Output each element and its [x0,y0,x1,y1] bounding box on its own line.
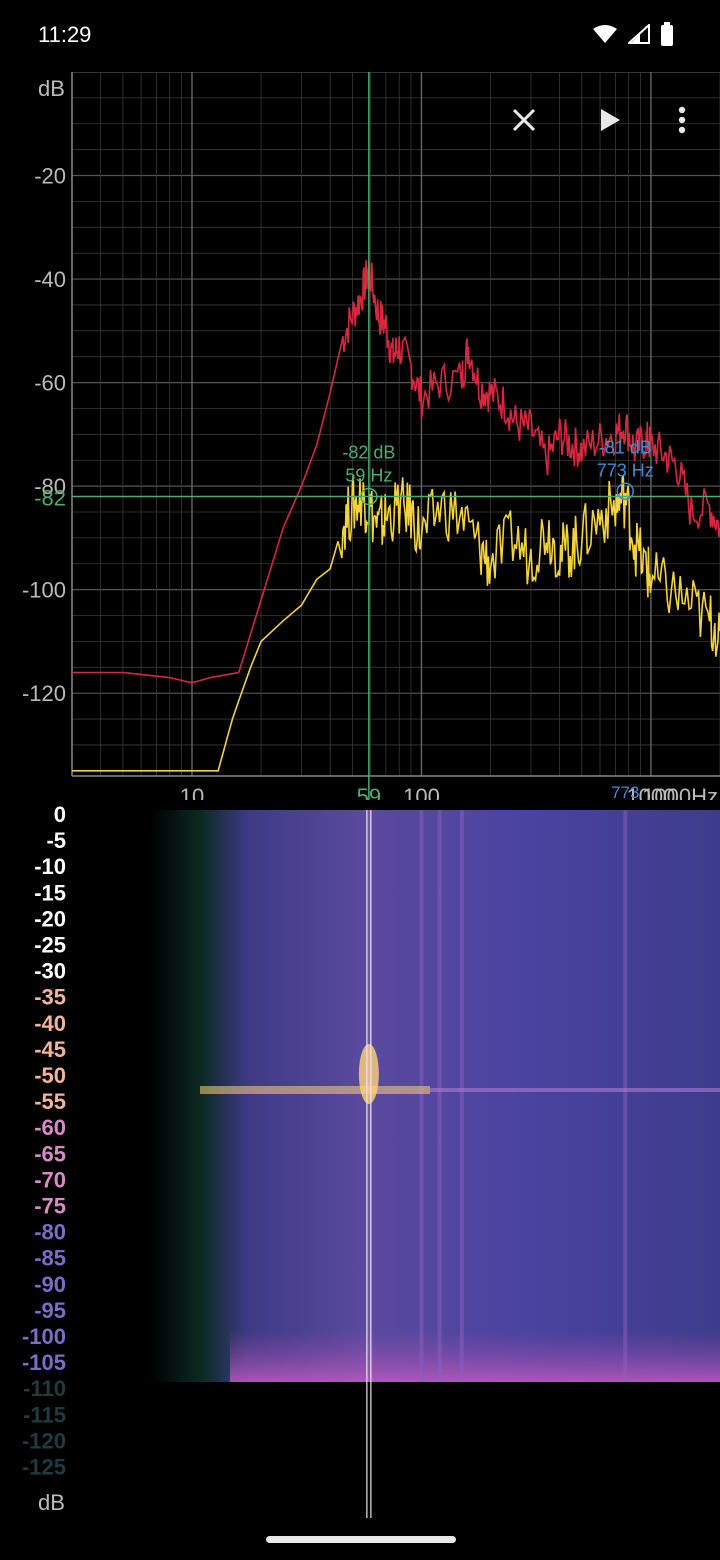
peak-marker[interactable]: -81 dB 773 Hz 773 [597,437,654,800]
spectrogram-y-tick-label: -85 [34,1246,66,1271]
more-vert-icon [678,106,686,134]
spectrogram-y-tick-label: -110 [23,1376,66,1401]
spectrogram-y-tick-label: -95 [34,1298,66,1323]
y-tick-label: -60 [34,371,66,396]
spectrogram-frequency-line [437,810,442,1382]
spectrum-series [72,260,720,772]
spectrogram-y-tick-label: -35 [34,985,66,1010]
wifi-icon [592,24,618,49]
cursor-crosshair[interactable]: -82 dB 59 Hz -82 59 [34,72,720,800]
cell-signal-icon [626,22,650,49]
spectrogram-y-unit-label: dB [38,1490,65,1515]
spectrogram-y-tick-label: -50 [34,1063,66,1088]
spectrogram-y-tick-label: -100 [22,1324,66,1349]
peak-hz-label: 773 Hz [597,460,654,480]
spectrogram-y-tick-label: 0 [54,802,66,827]
y-unit-label: dB [38,76,65,101]
spectrogram-y-tick-label: -120 [22,1428,66,1453]
cursor-db-label: -82 dB [342,442,395,462]
spectrogram-y-tick-label: -60 [34,1115,66,1140]
spectrum-trace-live [72,474,720,772]
y-tick-label: -100 [22,578,66,603]
spectrogram-y-tick-label: -45 [34,1037,66,1062]
y-tick-label: -20 [34,164,66,189]
spectrogram-y-tick-label: -40 [34,1011,66,1036]
home-indicator[interactable] [266,1536,456,1543]
more-options-button[interactable] [660,98,704,142]
x-tick-label: 10 [180,784,204,800]
spectrum-y-axis: dB -20-40-60-80-100-120 [22,76,66,706]
spectrogram-y-tick-label: -80 [34,1220,66,1245]
spectrogram-y-tick-label: -15 [34,880,66,905]
spectrogram[interactable]: dB 0-5-10-15-20-25-30-35-40-45-50-55-60-… [0,800,720,1520]
x-tick-label: 1000Hz [642,784,718,800]
y-tick-label: -120 [22,681,66,706]
play-button[interactable] [588,98,632,142]
close-icon [512,108,536,132]
status-time: 11:29 [38,22,92,47]
spectrogram-y-tick-label: -125 [22,1455,66,1480]
spectrogram-y-tick-label: -55 [34,1089,66,1114]
cursor-x-axis-label: 59 [357,784,381,800]
spectrum-grid [71,72,720,777]
x-tick-label: 100 [403,784,440,800]
peak-x-axis-label: 773 [611,783,639,800]
spectrogram-frequency-line [623,810,628,1382]
close-button[interactable] [502,98,546,142]
spectrogram-y-tick-label: -10 [34,854,66,879]
spectrogram-y-tick-label: -90 [34,1272,66,1297]
spectrogram-y-tick-label: -115 [23,1402,66,1427]
spectrogram-body [72,810,720,1382]
spectrogram-frequency-line [459,810,464,1382]
cursor-y-axis-label: -82 [34,485,66,510]
spectrogram-y-tick-label: -25 [34,933,66,958]
spectrogram-y-tick-label: -30 [34,959,66,984]
spectrogram-hotspot [358,1044,379,1104]
status-bar: 11:29 [0,0,720,72]
spectrogram-y-axis: dB 0-5-10-15-20-25-30-35-40-45-50-55-60-… [22,802,66,1515]
peak-db-label: -81 dB [599,437,652,457]
spectrogram-frequency-line [419,810,424,1382]
spectrum-chart[interactable]: dB -20-40-60-80-100-120 10 100 10001000Hz … [0,72,720,800]
spectrogram-recent-band [230,1330,720,1382]
play-icon [601,109,620,131]
status-icons [592,22,674,51]
spectrogram-event-band [200,1086,430,1094]
spectrogram-y-tick-label: -70 [34,1167,66,1192]
spectrogram-y-tick-label: -105 [22,1350,66,1375]
spectrogram-y-tick-label: -20 [34,906,66,931]
spectrogram-event-band [430,1088,720,1092]
y-tick-label: -40 [34,267,66,292]
cursor-hz-label: 59 Hz [345,465,392,485]
spectrogram-empty-area [72,1382,720,1520]
spectrogram-y-tick-label: -5 [46,828,66,853]
spectrogram-y-tick-label: -65 [34,1141,66,1166]
battery-icon [660,22,674,51]
spectrogram-y-tick-label: -75 [34,1194,66,1219]
